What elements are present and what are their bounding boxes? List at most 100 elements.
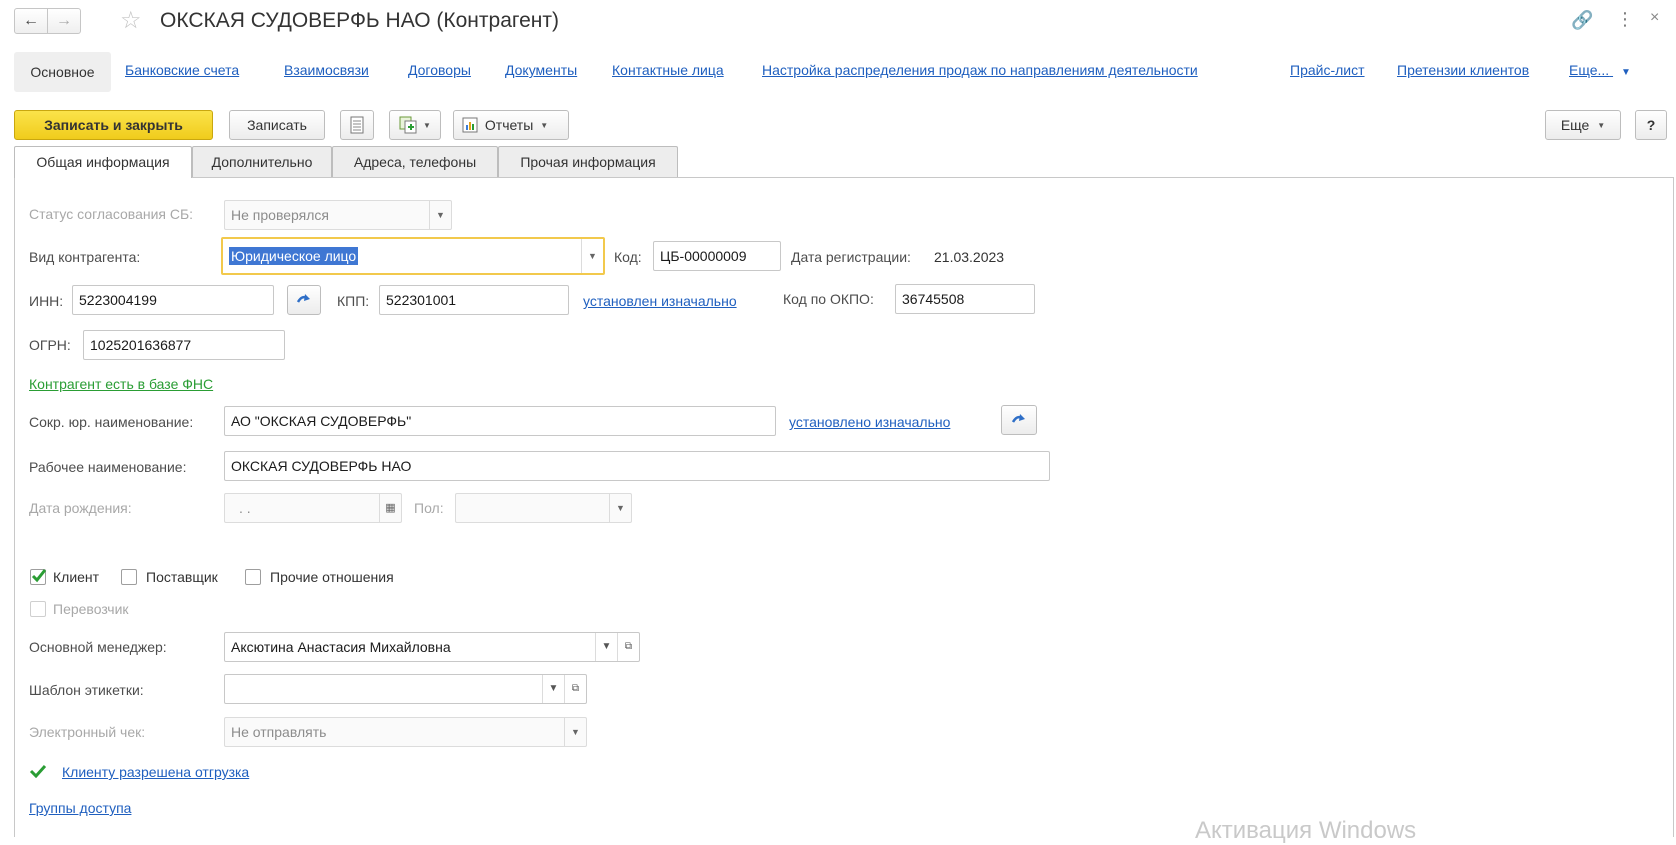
code-label: Код: bbox=[614, 249, 642, 265]
nav-item-sales-distribution[interactable]: Настройка распределения продаж по направ… bbox=[762, 62, 1198, 78]
sb-status-value: Не проверялся bbox=[231, 207, 329, 223]
manager-field[interactable]: Аксютина Анастасия Михайловна ▼ ⧉ bbox=[224, 632, 640, 662]
save-button[interactable]: Записать bbox=[229, 110, 325, 140]
nav-item-more[interactable]: Еще... ▼ bbox=[1569, 62, 1631, 78]
manager-value: Аксютина Анастасия Михайловна bbox=[231, 639, 451, 655]
label-template-label: Шаблон этикетки: bbox=[29, 682, 144, 698]
other-relations-checkbox[interactable] bbox=[245, 569, 261, 585]
calendar-icon: ▦ bbox=[379, 494, 401, 522]
manager-label: Основной менеджер: bbox=[29, 639, 167, 655]
nav-item-documents[interactable]: Документы bbox=[505, 62, 577, 78]
code-field[interactable]: ЦБ-00000009 bbox=[653, 241, 781, 271]
window-title: ОКСКАЯ СУДОВЕРФЬ НАО (Контрагент) bbox=[160, 9, 559, 32]
checkmark-icon bbox=[29, 764, 47, 778]
dropdown-arrow-icon: ▼ bbox=[429, 201, 451, 229]
kpp-status-link[interactable]: установлен изначально bbox=[583, 293, 737, 309]
fill-arrow-icon bbox=[1011, 414, 1025, 423]
reports-icon bbox=[462, 117, 478, 133]
create-based-on-button[interactable]: ▼ bbox=[389, 110, 441, 140]
shipment-allowed-link[interactable]: Клиенту разрешена отгрузка bbox=[62, 764, 249, 780]
reg-date-value: 21.03.2023 bbox=[934, 249, 1005, 265]
document-list-button[interactable] bbox=[340, 110, 374, 140]
label-template-field[interactable]: ▼ ⧉ bbox=[224, 674, 587, 704]
help-button[interactable]: ? bbox=[1635, 110, 1667, 140]
carrier-checkbox bbox=[30, 601, 46, 617]
supplier-label: Поставщик bbox=[146, 569, 218, 585]
tab-other-info[interactable]: Прочая информация bbox=[498, 146, 678, 177]
more-actions-button[interactable]: Еще ▼ bbox=[1545, 110, 1621, 140]
caret-down-icon: ▼ bbox=[1621, 67, 1631, 78]
tab-general[interactable]: Общая информация bbox=[14, 146, 192, 178]
nav-item-bank-accounts[interactable]: Банковские счета bbox=[125, 62, 239, 78]
sb-status-field: Не проверялся ▼ bbox=[224, 200, 452, 230]
close-icon[interactable]: × bbox=[1650, 9, 1659, 27]
short-name-field[interactable]: АО "ОКСКАЯ СУДОВЕРФЬ" bbox=[224, 406, 776, 436]
other-relations-label: Прочие отношения bbox=[270, 569, 394, 585]
create-based-on-icon bbox=[399, 116, 417, 134]
caret-down-icon: ▼ bbox=[1597, 121, 1606, 130]
fill-short-name-button[interactable] bbox=[1001, 405, 1037, 435]
kpp-value: 522301001 bbox=[386, 292, 457, 308]
nav-item-price-list[interactable]: Прайс-лист bbox=[1290, 62, 1365, 78]
favorite-star-icon[interactable]: ☆ bbox=[120, 6, 142, 35]
link-icon[interactable]: 🔗 bbox=[1571, 10, 1593, 31]
more-actions-label: Еще bbox=[1560, 117, 1590, 133]
dropdown-arrow-icon[interactable]: ▼ bbox=[542, 675, 564, 703]
arrow-left-icon: ← bbox=[23, 12, 39, 29]
tab-additional[interactable]: Дополнительно bbox=[192, 146, 332, 177]
activation-watermark: Активация Windows bbox=[1195, 817, 1417, 844]
ogrn-label: ОГРН: bbox=[29, 337, 71, 353]
ogrn-field[interactable]: 1025201636877 bbox=[83, 330, 285, 360]
kpp-field[interactable]: 522301001 bbox=[379, 285, 569, 315]
nav-item-more-label: Еще... bbox=[1569, 62, 1610, 78]
more-vert-icon[interactable]: ⋮ bbox=[1616, 9, 1634, 30]
open-icon[interactable]: ⧉ bbox=[617, 633, 639, 661]
inn-field[interactable]: 5223004199 bbox=[72, 285, 274, 315]
gender-field: ▼ bbox=[455, 493, 632, 523]
okpo-value: 36745508 bbox=[902, 291, 965, 307]
fns-check-link[interactable]: Контрагент есть в базе ФНС bbox=[29, 376, 213, 392]
reports-button[interactable]: Отчеты ▼ bbox=[453, 110, 569, 140]
inn-label: ИНН: bbox=[29, 293, 64, 309]
dropdown-arrow-icon[interactable]: ▼ bbox=[595, 633, 617, 661]
nav-item-contracts[interactable]: Договоры bbox=[408, 62, 471, 78]
birth-date-label: Дата рождения: bbox=[29, 500, 132, 516]
reg-date-label: Дата регистрации: bbox=[791, 249, 911, 265]
kind-label: Вид контрагента: bbox=[29, 249, 141, 265]
nav-item-claims[interactable]: Претензии клиентов bbox=[1397, 62, 1529, 78]
dropdown-arrow-icon[interactable]: ▼ bbox=[581, 239, 603, 273]
dropdown-arrow-icon: ▼ bbox=[564, 718, 586, 746]
caret-down-icon: ▼ bbox=[422, 121, 431, 130]
nav-item-contacts[interactable]: Контактные лица bbox=[612, 62, 724, 78]
tab-addresses[interactable]: Адреса, телефоны bbox=[332, 146, 498, 177]
client-label: Клиент bbox=[53, 569, 100, 585]
save-and-close-button[interactable]: Записать и закрыть bbox=[14, 110, 213, 140]
supplier-checkbox[interactable] bbox=[121, 569, 137, 585]
forward-button[interactable]: → bbox=[47, 8, 81, 34]
nav-item-relations[interactable]: Взаимосвязи bbox=[284, 62, 369, 78]
birth-date-value: . . bbox=[239, 500, 251, 516]
okpo-field[interactable]: 36745508 bbox=[895, 284, 1035, 314]
access-groups-link[interactable]: Группы доступа bbox=[29, 800, 131, 816]
code-value: ЦБ-00000009 bbox=[660, 248, 747, 264]
kind-select[interactable]: Юридическое лицо ▼ bbox=[221, 237, 605, 275]
short-name-label: Сокр. юр. наименование: bbox=[29, 414, 194, 430]
fill-arrow-icon bbox=[296, 294, 310, 303]
client-checkbox[interactable] bbox=[30, 569, 47, 585]
birth-date-field: . . ▦ bbox=[224, 493, 402, 523]
work-name-value: ОКСКАЯ СУДОВЕРФЬ НАО bbox=[231, 458, 412, 474]
open-icon[interactable]: ⧉ bbox=[564, 675, 586, 703]
gender-label: Пол: bbox=[414, 500, 444, 516]
title-bar: ← → ☆ ОКСКАЯ СУДОВЕРФЬ НАО (Контрагент) … bbox=[0, 0, 1676, 44]
okpo-label: Код по ОКПО: bbox=[783, 291, 874, 307]
dropdown-arrow-icon: ▼ bbox=[609, 494, 631, 522]
inn-value: 5223004199 bbox=[79, 292, 157, 308]
fill-by-inn-button[interactable] bbox=[287, 285, 321, 315]
kind-value: Юридическое лицо bbox=[229, 247, 359, 265]
e-receipt-label: Электронный чек: bbox=[29, 724, 146, 740]
work-name-field[interactable]: ОКСКАЯ СУДОВЕРФЬ НАО bbox=[224, 451, 1050, 481]
short-name-status-link[interactable]: установлено изначально bbox=[789, 414, 950, 430]
ogrn-value: 1025201636877 bbox=[90, 337, 192, 353]
nav-item-main[interactable]: Основное bbox=[14, 52, 111, 92]
back-button[interactable]: ← bbox=[14, 8, 48, 34]
